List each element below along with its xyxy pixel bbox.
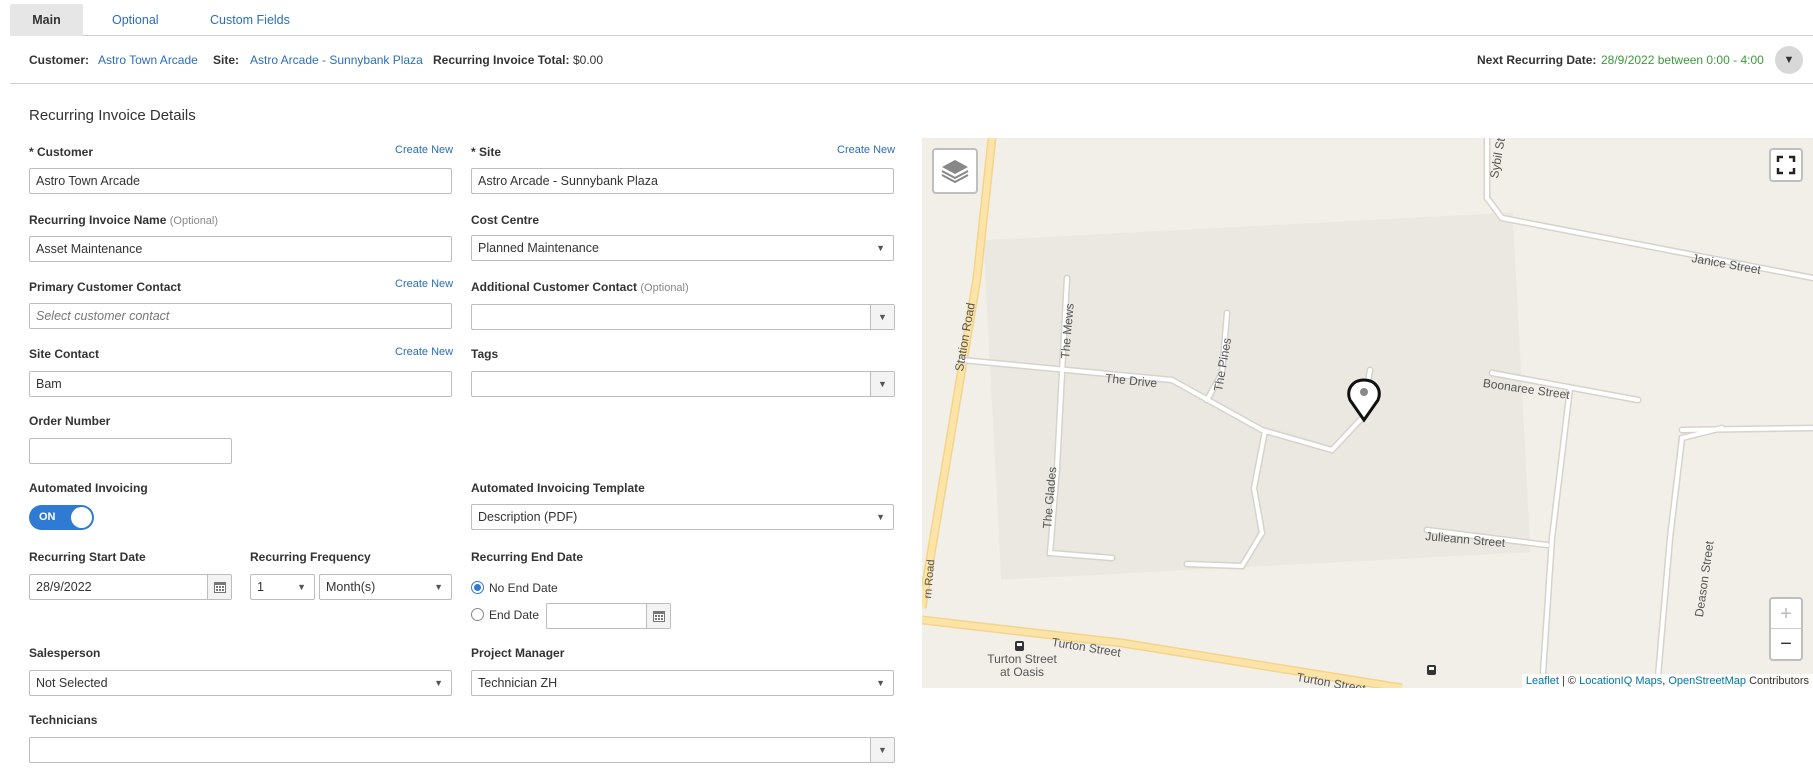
next-recurring-date-value: 28/9/2022 between 0:00 - 4:00	[1601, 53, 1764, 67]
zoom-out-button[interactable]: −	[1771, 629, 1801, 659]
map-attribution: Leaflet | © LocationIQ Maps, OpenStreetM…	[1521, 674, 1813, 688]
locationiq-link[interactable]: LocationIQ Maps	[1579, 675, 1662, 687]
summary-customer-label: Customer:	[29, 53, 90, 67]
end-date-input[interactable]	[546, 603, 671, 629]
frequency-count-select[interactable]: 1 ▼	[250, 574, 315, 600]
cost-centre-select[interactable]: Planned Maintenance ▼	[471, 235, 894, 261]
cost-centre-value: Planned Maintenance	[478, 241, 599, 255]
no-end-date-label: No End Date	[489, 581, 558, 595]
project-manager-label: Project Manager	[471, 646, 565, 660]
attribution-separator: | ©	[1558, 675, 1580, 687]
chevron-down-icon: ▼	[434, 582, 443, 592]
zoom-in-button[interactable]: +	[1771, 599, 1801, 629]
invoicing-template-value: Description (PDF)	[478, 510, 578, 524]
toggle-state-text: ON	[39, 511, 56, 523]
invoice-name-label: Recurring Invoice Name (Optional)	[29, 213, 218, 227]
frequency-unit-select[interactable]: Month(s) ▼	[319, 574, 452, 600]
invoice-name-label-text: Recurring Invoice Name	[29, 213, 167, 227]
tab-optional[interactable]: Optional	[112, 4, 159, 36]
salesperson-value: Not Selected	[36, 676, 108, 690]
create-customer-link[interactable]: Create New	[395, 144, 453, 156]
end-date-option-label: End Date	[489, 608, 540, 622]
chevron-down-icon: ▼	[870, 372, 894, 396]
radio-selected	[471, 581, 484, 594]
project-manager-select[interactable]: Technician ZH ▼	[471, 670, 894, 696]
chevron-down-icon: ▼	[434, 678, 443, 688]
customer-label: * Customer	[29, 145, 94, 159]
technicians-label: Technicians	[29, 713, 98, 727]
primary-contact-label: Primary Customer Contact	[29, 280, 182, 294]
technicians-select[interactable]: ▼	[29, 737, 895, 763]
create-site-link[interactable]: Create New	[837, 144, 895, 156]
site-contact-label: Site Contact	[29, 347, 100, 361]
chevron-down-icon: ▼	[876, 243, 885, 253]
create-site-contact-link[interactable]: Create New	[395, 346, 453, 358]
automated-invoicing-toggle[interactable]: ON	[29, 505, 94, 530]
summary-site-label: Site:	[213, 53, 240, 67]
calendar-icon[interactable]	[207, 575, 231, 599]
summary-bar: Customer: Astro Town Arcade Site: Astro …	[10, 36, 1813, 84]
additional-contact-select[interactable]: ▼	[471, 304, 895, 330]
chevron-down-icon: ▼	[870, 305, 894, 329]
frequency-unit-value: Month(s)	[326, 580, 376, 594]
bus-stop-label: Turton Street at Oasis	[987, 652, 1057, 679]
site-label: * Site	[471, 145, 502, 159]
optional-hint: (Optional)	[169, 215, 219, 227]
chevron-down-icon: ▼	[876, 512, 885, 522]
chevron-down-icon: ▼	[870, 738, 894, 762]
additional-contact-label: Additional Customer Contact (Optional)	[471, 280, 689, 294]
automated-invoicing-label: Automated Invoicing	[29, 481, 148, 495]
summary-total-label: Recurring Invoice Total:	[433, 53, 570, 67]
radio-unselected	[471, 608, 484, 621]
end-date-label: Recurring End Date	[471, 550, 584, 564]
additional-contact-label-text: Additional Customer Contact	[471, 280, 638, 294]
next-recurring-date-label: Next Recurring Date:	[1477, 53, 1597, 67]
salesperson-label: Salesperson	[29, 646, 101, 660]
no-end-date-radio[interactable]: No End Date	[471, 581, 558, 595]
tags-label: Tags	[471, 347, 499, 361]
frequency-label: Recurring Frequency	[250, 550, 371, 564]
site-map[interactable]: Station Road The Mews The Drive The Pine…	[922, 138, 1813, 688]
chevron-down-icon: ▼	[876, 678, 885, 688]
cost-centre-label: Cost Centre	[471, 213, 540, 227]
map-tiles	[922, 138, 1813, 688]
leaflet-link[interactable]: Leaflet	[1526, 675, 1559, 687]
site-contact-field[interactable]: Bam	[29, 371, 452, 397]
site-field[interactable]: Astro Arcade - Sunnybank Plaza	[471, 168, 894, 194]
tab-bar: Main Optional Custom Fields	[10, 0, 1813, 36]
attribution-tail: Contributors	[1746, 675, 1809, 687]
salesperson-select[interactable]: Not Selected ▼	[29, 670, 452, 696]
summary-site-link[interactable]: Astro Arcade - Sunnybank Plaza	[250, 53, 423, 67]
osm-link[interactable]: OpenStreetMap	[1668, 675, 1746, 687]
start-date-input[interactable]: 28/9/2022	[29, 574, 232, 600]
tab-custom-fields[interactable]: Custom Fields	[210, 4, 290, 36]
chevron-down-icon[interactable]: ▼	[1775, 46, 1803, 74]
create-contact-link[interactable]: Create New	[395, 278, 453, 290]
invoice-name-input[interactable]: Asset Maintenance	[29, 236, 452, 262]
tags-select[interactable]: ▼	[471, 371, 895, 397]
chevron-down-icon: ▼	[297, 582, 306, 592]
start-date-label: Recurring Start Date	[29, 550, 146, 564]
customer-field[interactable]: Astro Town Arcade	[29, 168, 452, 194]
section-title: Recurring Invoice Details	[29, 107, 196, 124]
summary-customer-link[interactable]: Astro Town Arcade	[98, 53, 198, 67]
summary-total-value: $0.00	[573, 53, 604, 67]
order-number-input[interactable]	[29, 438, 232, 464]
project-manager-value: Technician ZH	[478, 676, 558, 690]
order-number-label: Order Number	[29, 414, 111, 428]
layers-icon[interactable]	[932, 148, 978, 194]
invoicing-template-label: Automated Invoicing Template	[471, 481, 645, 495]
optional-hint: (Optional)	[640, 282, 689, 294]
toggle-knob	[71, 507, 92, 528]
fullscreen-icon[interactable]	[1769, 148, 1803, 182]
tab-main[interactable]: Main	[10, 4, 83, 36]
primary-contact-field[interactable]: Select customer contact	[29, 303, 452, 329]
invoicing-template-select[interactable]: Description (PDF) ▼	[471, 504, 894, 530]
frequency-count-value: 1	[257, 580, 264, 594]
start-date-value: 28/9/2022	[36, 580, 92, 594]
end-date-radio[interactable]: End Date	[471, 608, 539, 622]
calendar-icon[interactable]	[646, 604, 670, 628]
zoom-control: + −	[1769, 597, 1803, 661]
